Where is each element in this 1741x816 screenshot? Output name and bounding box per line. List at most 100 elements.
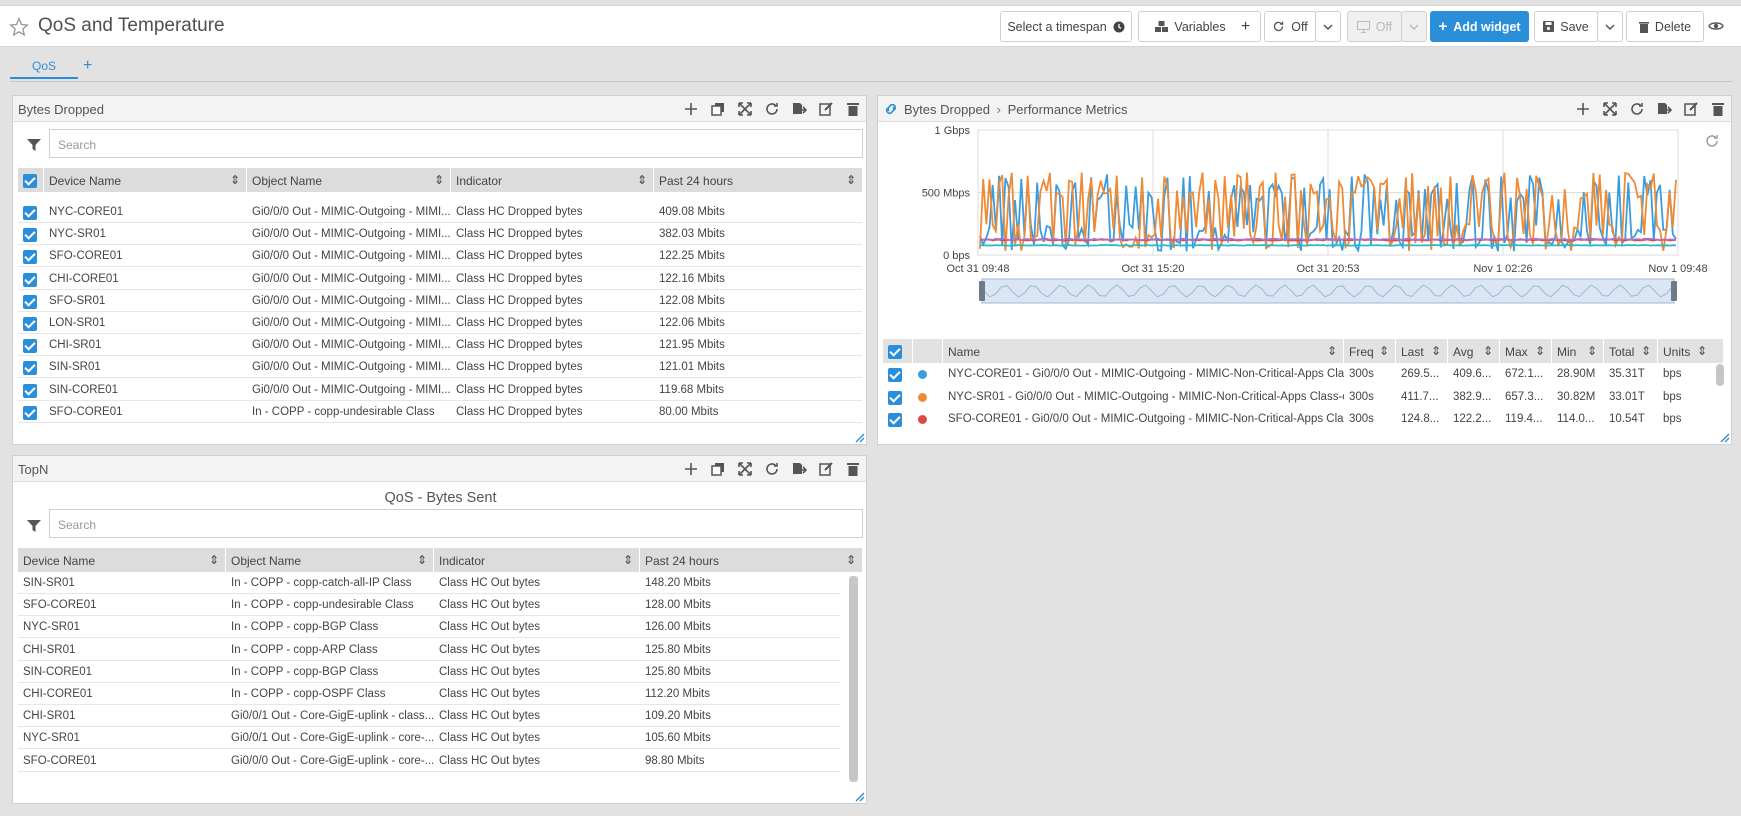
table-row[interactable]: CHI-SR01 Gi0/0/0 Out - MIMIC-Outgoing - M… (18, 334, 862, 357)
table-row[interactable]: SIN-SR01 In - COPP - copp-catch-all-IP Cl… (18, 572, 840, 594)
edit-icon[interactable] (817, 100, 835, 118)
add-variable-button[interactable]: + (1231, 11, 1261, 42)
filter-icon[interactable] (26, 137, 42, 153)
filter-icon[interactable] (26, 518, 42, 534)
table-row[interactable]: CHI-CORE01 Gi0/0/0 Out - MIMIC-Outgoing -… (18, 268, 862, 290)
resize-handle-icon[interactable] (1720, 433, 1730, 443)
table-row[interactable]: SFO-SR01 Gi0/0/0 Out - MIMIC-Outgoing - M… (18, 290, 862, 312)
breadcrumb-parent[interactable]: Bytes Dropped (904, 102, 990, 117)
refresh-icon[interactable] (763, 460, 781, 478)
refresh-icon[interactable] (763, 100, 781, 118)
trash-icon[interactable] (844, 100, 862, 118)
refresh-icon[interactable] (1628, 100, 1646, 118)
timespan-button[interactable]: Select a timespan (1000, 11, 1132, 42)
refresh-dropdown[interactable] (1315, 11, 1341, 42)
col-freq[interactable]: Freq ⇕ (1344, 339, 1396, 363)
table-row[interactable]: NYC-SR01 In - COPP - copp-BGP Class Class … (18, 616, 840, 639)
plus-icon[interactable] (1574, 100, 1592, 118)
tab-qos[interactable]: QoS (10, 59, 78, 79)
variables-button[interactable]: Variables (1138, 11, 1243, 42)
col-past-24-hours[interactable]: Past 24 hours ⇕ (640, 548, 862, 572)
delete-button[interactable]: Delete (1626, 11, 1704, 42)
refresh-icon[interactable] (1703, 132, 1721, 150)
row-checkbox[interactable] (883, 363, 913, 385)
row-checkbox[interactable] (18, 268, 44, 289)
metric-row[interactable]: NYC-CORE01 - Gi0/0/0 Out - MIMIC-Outgoin… (883, 363, 1713, 385)
star-icon[interactable] (9, 17, 29, 37)
row-checkbox[interactable] (18, 334, 44, 355)
search-input[interactable]: Search (49, 509, 863, 538)
expand-icon[interactable] (736, 100, 754, 118)
copy-icon[interactable] (709, 460, 727, 478)
row-checkbox[interactable] (883, 386, 913, 408)
trash-icon[interactable] (844, 460, 862, 478)
table-row[interactable]: SIN-CORE01 Gi0/0/0 Out - MIMIC-Outgoing -… (18, 379, 862, 401)
col-indicator[interactable]: Indicator ⇕ (451, 168, 654, 192)
eye-icon[interactable] (1708, 20, 1724, 32)
row-checkbox[interactable] (18, 245, 44, 266)
table-row[interactable]: SFO-CORE01 Gi0/0/0 Out - MIMIC-Outgoing -… (18, 245, 862, 268)
col-avg[interactable]: Avg ⇕ (1448, 339, 1500, 363)
display-dropdown[interactable] (1401, 11, 1427, 42)
add-tab-button[interactable]: + (83, 57, 92, 75)
table-row[interactable]: CHI-SR01 In - COPP - copp-ARP Class Class … (18, 639, 840, 661)
table-row[interactable]: CHI-SR01 Gi0/0/1 Out - Core-GigE-uplink -… (18, 705, 840, 728)
search-input[interactable]: Search (49, 129, 863, 158)
plus-icon[interactable] (682, 100, 700, 118)
col-device-name[interactable]: Device Name ⇕ (44, 168, 247, 192)
edit-icon[interactable] (1682, 100, 1700, 118)
table-row[interactable]: NYC-SR01 Gi0/0/1 Out - Core-GigE-uplink -… (18, 727, 840, 750)
resize-handle-icon[interactable] (855, 433, 865, 443)
col-max[interactable]: Max ⇕ (1500, 339, 1552, 363)
table-row[interactable]: LON-SR01 Gi0/0/0 Out - MIMIC-Outgoing - M… (18, 312, 862, 334)
scrollbar-thumb[interactable] (1716, 364, 1724, 386)
row-checkbox[interactable] (883, 408, 913, 430)
col-object-name[interactable]: Object Name ⇕ (247, 168, 451, 192)
trash-icon[interactable] (1709, 100, 1727, 118)
plus-icon[interactable] (682, 460, 700, 478)
row-checkbox[interactable] (18, 356, 44, 377)
table-row[interactable]: NYC-CORE01 Gi0/0/0 Out - MIMIC-Outgoing -… (18, 201, 862, 223)
copy-icon[interactable] (709, 100, 727, 118)
table-row[interactable]: SFO-CORE01 In - COPP - copp-undesirable C… (18, 401, 862, 423)
col-past-24-hours[interactable]: Past 24 hours ⇕ (654, 168, 862, 192)
resize-handle-icon[interactable] (855, 792, 865, 802)
edit-icon[interactable] (817, 460, 835, 478)
row-checkbox[interactable] (18, 379, 44, 400)
col-total[interactable]: Total ⇕ (1604, 339, 1658, 363)
metric-row[interactable]: NYC-SR01 - Gi0/0/0 Out - MIMIC-Outgoing … (883, 386, 1713, 408)
col-min[interactable]: Min ⇕ (1552, 339, 1604, 363)
row-checkbox[interactable] (18, 223, 44, 244)
col-object-name[interactable]: Object Name ⇕ (226, 548, 434, 572)
table-row[interactable]: SFO-CORE01 In - COPP - copp-undesirable C… (18, 594, 840, 617)
export-icon[interactable] (1655, 100, 1673, 118)
row-checkbox[interactable] (18, 312, 44, 333)
save-dropdown[interactable] (1597, 11, 1623, 42)
export-icon[interactable] (790, 100, 808, 118)
expand-icon[interactable] (1601, 100, 1619, 118)
col-indicator[interactable]: Indicator ⇕ (434, 548, 640, 572)
row-checkbox[interactable] (18, 401, 44, 422)
metric-row[interactable]: SFO-CORE01 - Gi0/0/0 Out - MIMIC-Outgoin… (883, 408, 1713, 430)
add-widget-button[interactable]: + Add widget (1430, 11, 1529, 42)
table-row[interactable]: NYC-SR01 Gi0/0/0 Out - MIMIC-Outgoing - M… (18, 223, 862, 246)
save-button[interactable]: Save (1534, 11, 1598, 42)
col-name[interactable]: Name ⇕ (943, 339, 1344, 363)
scrollbar-thumb[interactable] (849, 576, 858, 782)
refresh-toggle[interactable]: Off (1264, 11, 1316, 42)
col-units[interactable]: Units ⇕ (1658, 339, 1713, 363)
export-icon[interactable] (790, 460, 808, 478)
select-all-checkbox[interactable] (18, 168, 44, 192)
display-toggle[interactable]: Off (1347, 11, 1402, 42)
table-row[interactable]: SFO-CORE01 Gi0/0/0 Out - Core-GigE-uplink… (18, 750, 840, 772)
expand-icon[interactable] (736, 460, 754, 478)
table-row[interactable]: CHI-CORE01 In - COPP - copp-OSPF Class Cla… (18, 683, 840, 705)
table-row[interactable]: SIN-SR01 Gi0/0/0 Out - MIMIC-Outgoing - M… (18, 356, 862, 379)
col-device-name[interactable]: Device Name ⇕ (18, 548, 226, 572)
scrollbar-track[interactable] (849, 576, 858, 782)
col-last[interactable]: Last ⇕ (1396, 339, 1448, 363)
table-row[interactable]: SIN-CORE01 In - COPP - copp-BGP Class Clas… (18, 661, 840, 683)
row-checkbox[interactable] (18, 290, 44, 311)
select-all-checkbox[interactable] (883, 339, 913, 363)
row-checkbox[interactable] (18, 201, 44, 222)
